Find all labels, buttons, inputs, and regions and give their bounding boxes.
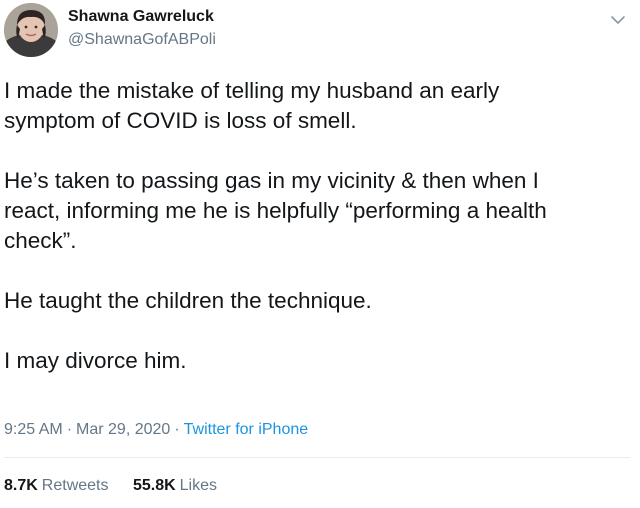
likes-stat[interactable]: 55.8K Likes	[133, 477, 217, 495]
chevron-down-icon[interactable]	[608, 10, 628, 30]
avatar[interactable]	[4, 3, 58, 57]
tweet-stats: 8.7K Retweets 55.8K Likes	[4, 477, 217, 495]
tweet-source-link[interactable]: Twitter for iPhone	[184, 421, 309, 438]
display-name[interactable]: Shawna Gawreluck	[68, 8, 214, 26]
tweet-time[interactable]: 9:25 AM	[4, 421, 63, 438]
tweet-card: Shawna Gawreluck @ShawnaGofABPoli I made…	[0, 0, 640, 508]
retweets-count: 8.7K	[4, 477, 38, 494]
tweet-paragraph: I may divorce him.	[4, 348, 187, 373]
user-avatar-photo	[4, 3, 58, 57]
tweet-paragraph: He taught the children the technique.	[4, 288, 372, 313]
meta-separator: ·	[174, 421, 180, 438]
retweets-label: Retweets	[41, 477, 109, 494]
likes-label: Likes	[179, 477, 218, 494]
meta-separator: ·	[66, 421, 73, 438]
tweet-metadata: 9:25 AM · Mar 29, 2020 · Twitter for iPhone	[4, 421, 308, 439]
tweet-paragraph: He’s taken to passing gas in my vicinity…	[4, 168, 547, 253]
tweet-paragraph: I made the mistake of telling my husband…	[4, 78, 500, 133]
tweet-text: I made the mistake of telling my husband…	[4, 76, 624, 406]
tweet-date[interactable]: Mar 29, 2020	[76, 421, 170, 438]
likes-count: 55.8K	[132, 477, 176, 494]
user-handle[interactable]: @ShawnaGofABPoli	[68, 31, 216, 49]
retweets-stat[interactable]: 8.7K Retweets	[4, 477, 109, 495]
tweet-header: Shawna Gawreluck @ShawnaGofABPoli	[0, 0, 640, 64]
divider	[4, 457, 630, 458]
